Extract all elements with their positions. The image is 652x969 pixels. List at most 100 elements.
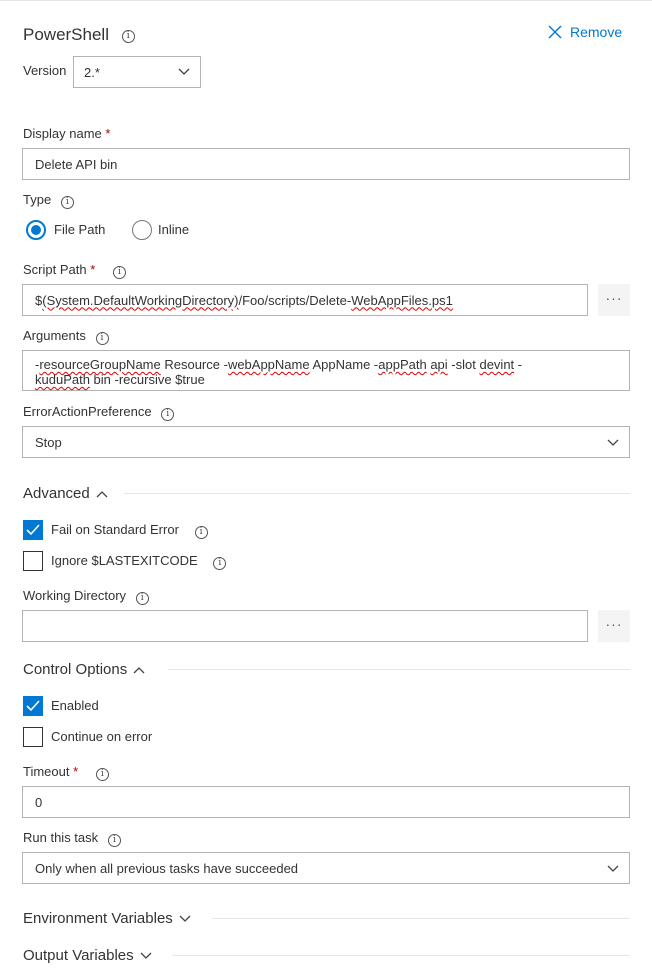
- ignore-exit-code-label: Ignore $LASTEXITCODE i: [51, 553, 227, 570]
- required-marker: *: [105, 126, 111, 141]
- text-part-misspelled: webAppName: [227, 357, 310, 372]
- run-this-task-label: Run this task i: [23, 830, 121, 847]
- info-icon[interactable]: i: [112, 266, 126, 279]
- timeout-input[interactable]: 0: [22, 786, 630, 818]
- fail-on-stderr-label: Fail on Standard Error i: [51, 522, 208, 539]
- type-label: Type i: [23, 192, 74, 209]
- working-dir-input[interactable]: [22, 610, 588, 642]
- display-name-label-text: Display name: [23, 126, 102, 141]
- ignore-exit-code-checkbox[interactable]: [23, 551, 43, 571]
- continue-on-error-checkbox[interactable]: [23, 727, 43, 747]
- checkmark-icon: [26, 700, 40, 712]
- type-file-path-label[interactable]: File Path: [54, 222, 105, 237]
- info-icon[interactable]: i: [95, 768, 109, 781]
- run-this-task-value: Only when all previous tasks have succee…: [35, 860, 299, 876]
- arguments-label: Arguments i: [23, 328, 109, 345]
- text-part-misspelled: WebAppFiles.ps1: [351, 292, 453, 308]
- chevron-down-icon: [607, 865, 619, 872]
- fail-on-stderr-label-text: Fail on Standard Error: [51, 522, 179, 537]
- enabled-label: Enabled: [51, 698, 99, 713]
- script-path-label-text: Script Path: [23, 262, 87, 277]
- control-options-section-toggle[interactable]: Control Options: [23, 661, 145, 678]
- chevron-down-icon: [178, 68, 190, 75]
- close-icon: [548, 25, 562, 39]
- section-divider: [168, 669, 630, 670]
- chevron-up-icon: [96, 490, 108, 497]
- timeout-value: 0: [35, 794, 43, 810]
- advanced-title: Advanced: [23, 485, 90, 502]
- fail-on-stderr-checkbox[interactable]: [23, 520, 43, 540]
- type-inline-label[interactable]: Inline: [158, 222, 189, 237]
- info-icon[interactable]: i: [121, 30, 135, 43]
- display-name-input[interactable]: Delete API bin: [22, 148, 630, 180]
- advanced-section-toggle[interactable]: Advanced: [23, 485, 108, 502]
- display-name-label: Display name *: [23, 126, 110, 141]
- top-divider: [0, 0, 652, 1]
- text-part: AppName -: [309, 357, 379, 372]
- error-action-label-text: ErrorActionPreference: [23, 404, 152, 419]
- arguments-line-1: -resourceGroupName Resource -webAppName …: [35, 357, 617, 372]
- required-marker: *: [73, 764, 79, 779]
- error-action-select[interactable]: Stop: [22, 426, 630, 458]
- info-icon[interactable]: i: [213, 557, 227, 570]
- script-path-input[interactable]: $(System.DefaultWorkingDirectory)/Foo/sc…: [22, 284, 588, 316]
- chevron-up-icon: [133, 666, 145, 673]
- output-variables-title: Output Variables: [23, 947, 134, 964]
- arguments-textarea[interactable]: -resourceGroupName Resource -webAppName …: [22, 350, 630, 391]
- version-label: Version: [23, 63, 67, 78]
- working-dir-label: Working Directory i: [23, 588, 149, 605]
- text-part-misspelled: api: [430, 357, 448, 372]
- type-inline-radio[interactable]: [132, 220, 152, 240]
- chevron-down-icon: [607, 439, 619, 446]
- text-part: /Foo/scripts/Delete-: [238, 292, 352, 308]
- text-part-misspelled: (System.DefaultWorkingDirectory): [42, 292, 239, 308]
- section-divider: [172, 955, 630, 956]
- remove-button[interactable]: Remove: [548, 24, 622, 40]
- script-path-value: $(System.DefaultWorkingDirectory)/Foo/sc…: [35, 293, 453, 308]
- environment-variables-section-toggle[interactable]: Environment Variables: [23, 910, 191, 927]
- text-part-misspelled: resourceGroupName: [39, 357, 161, 372]
- type-file-path-radio[interactable]: [26, 220, 46, 240]
- info-icon[interactable]: i: [95, 332, 109, 345]
- script-path-browse-button[interactable]: ···: [598, 284, 630, 316]
- working-dir-label-text: Working Directory: [23, 588, 127, 603]
- task-title: PowerShell i: [23, 25, 135, 45]
- control-options-title: Control Options: [23, 661, 128, 678]
- text-part: -: [514, 357, 523, 372]
- text-part-misspelled: appPath: [378, 357, 427, 372]
- error-action-label: ErrorActionPreference i: [23, 404, 175, 421]
- ignore-exit-code-label-text: Ignore $LASTEXITCODE: [51, 553, 198, 568]
- display-name-value: Delete API bin: [35, 156, 118, 172]
- required-marker: *: [90, 262, 96, 277]
- info-icon[interactable]: i: [107, 834, 121, 847]
- version-select[interactable]: 2.*: [73, 56, 201, 88]
- chevron-down-icon: [140, 952, 152, 959]
- output-variables-section-toggle[interactable]: Output Variables: [23, 947, 152, 964]
- remove-label: Remove: [570, 24, 623, 40]
- working-dir-browse-button[interactable]: ···: [598, 610, 630, 642]
- version-value: 2.*: [84, 64, 100, 80]
- arguments-line-2: kuduPath bin -recursive $true: [35, 372, 617, 387]
- run-this-task-label-text: Run this task: [23, 830, 99, 845]
- arguments-label-text: Arguments: [23, 328, 86, 343]
- type-label-text: Type: [23, 192, 52, 207]
- error-action-value: Stop: [35, 434, 62, 450]
- task-title-text: PowerShell: [23, 25, 109, 44]
- info-icon[interactable]: i: [135, 592, 149, 605]
- section-divider: [124, 493, 630, 494]
- timeout-label-text: Timeout: [23, 764, 70, 779]
- run-this-task-select[interactable]: Only when all previous tasks have succee…: [22, 852, 630, 884]
- text-part: bin -recursive $true: [89, 372, 205, 387]
- text-part-misspelled: devint: [479, 357, 515, 372]
- info-icon[interactable]: i: [161, 408, 175, 421]
- info-icon[interactable]: i: [60, 196, 74, 209]
- enabled-checkbox[interactable]: [23, 696, 43, 716]
- environment-variables-title: Environment Variables: [23, 910, 173, 927]
- section-divider: [212, 918, 630, 919]
- text-part: Resource -: [160, 357, 228, 372]
- text-part-misspelled: kuduPath: [35, 372, 90, 387]
- checkmark-icon: [26, 524, 40, 536]
- timeout-label: Timeout * i: [23, 764, 109, 781]
- text-part: -slot: [447, 357, 480, 372]
- info-icon[interactable]: i: [194, 526, 208, 539]
